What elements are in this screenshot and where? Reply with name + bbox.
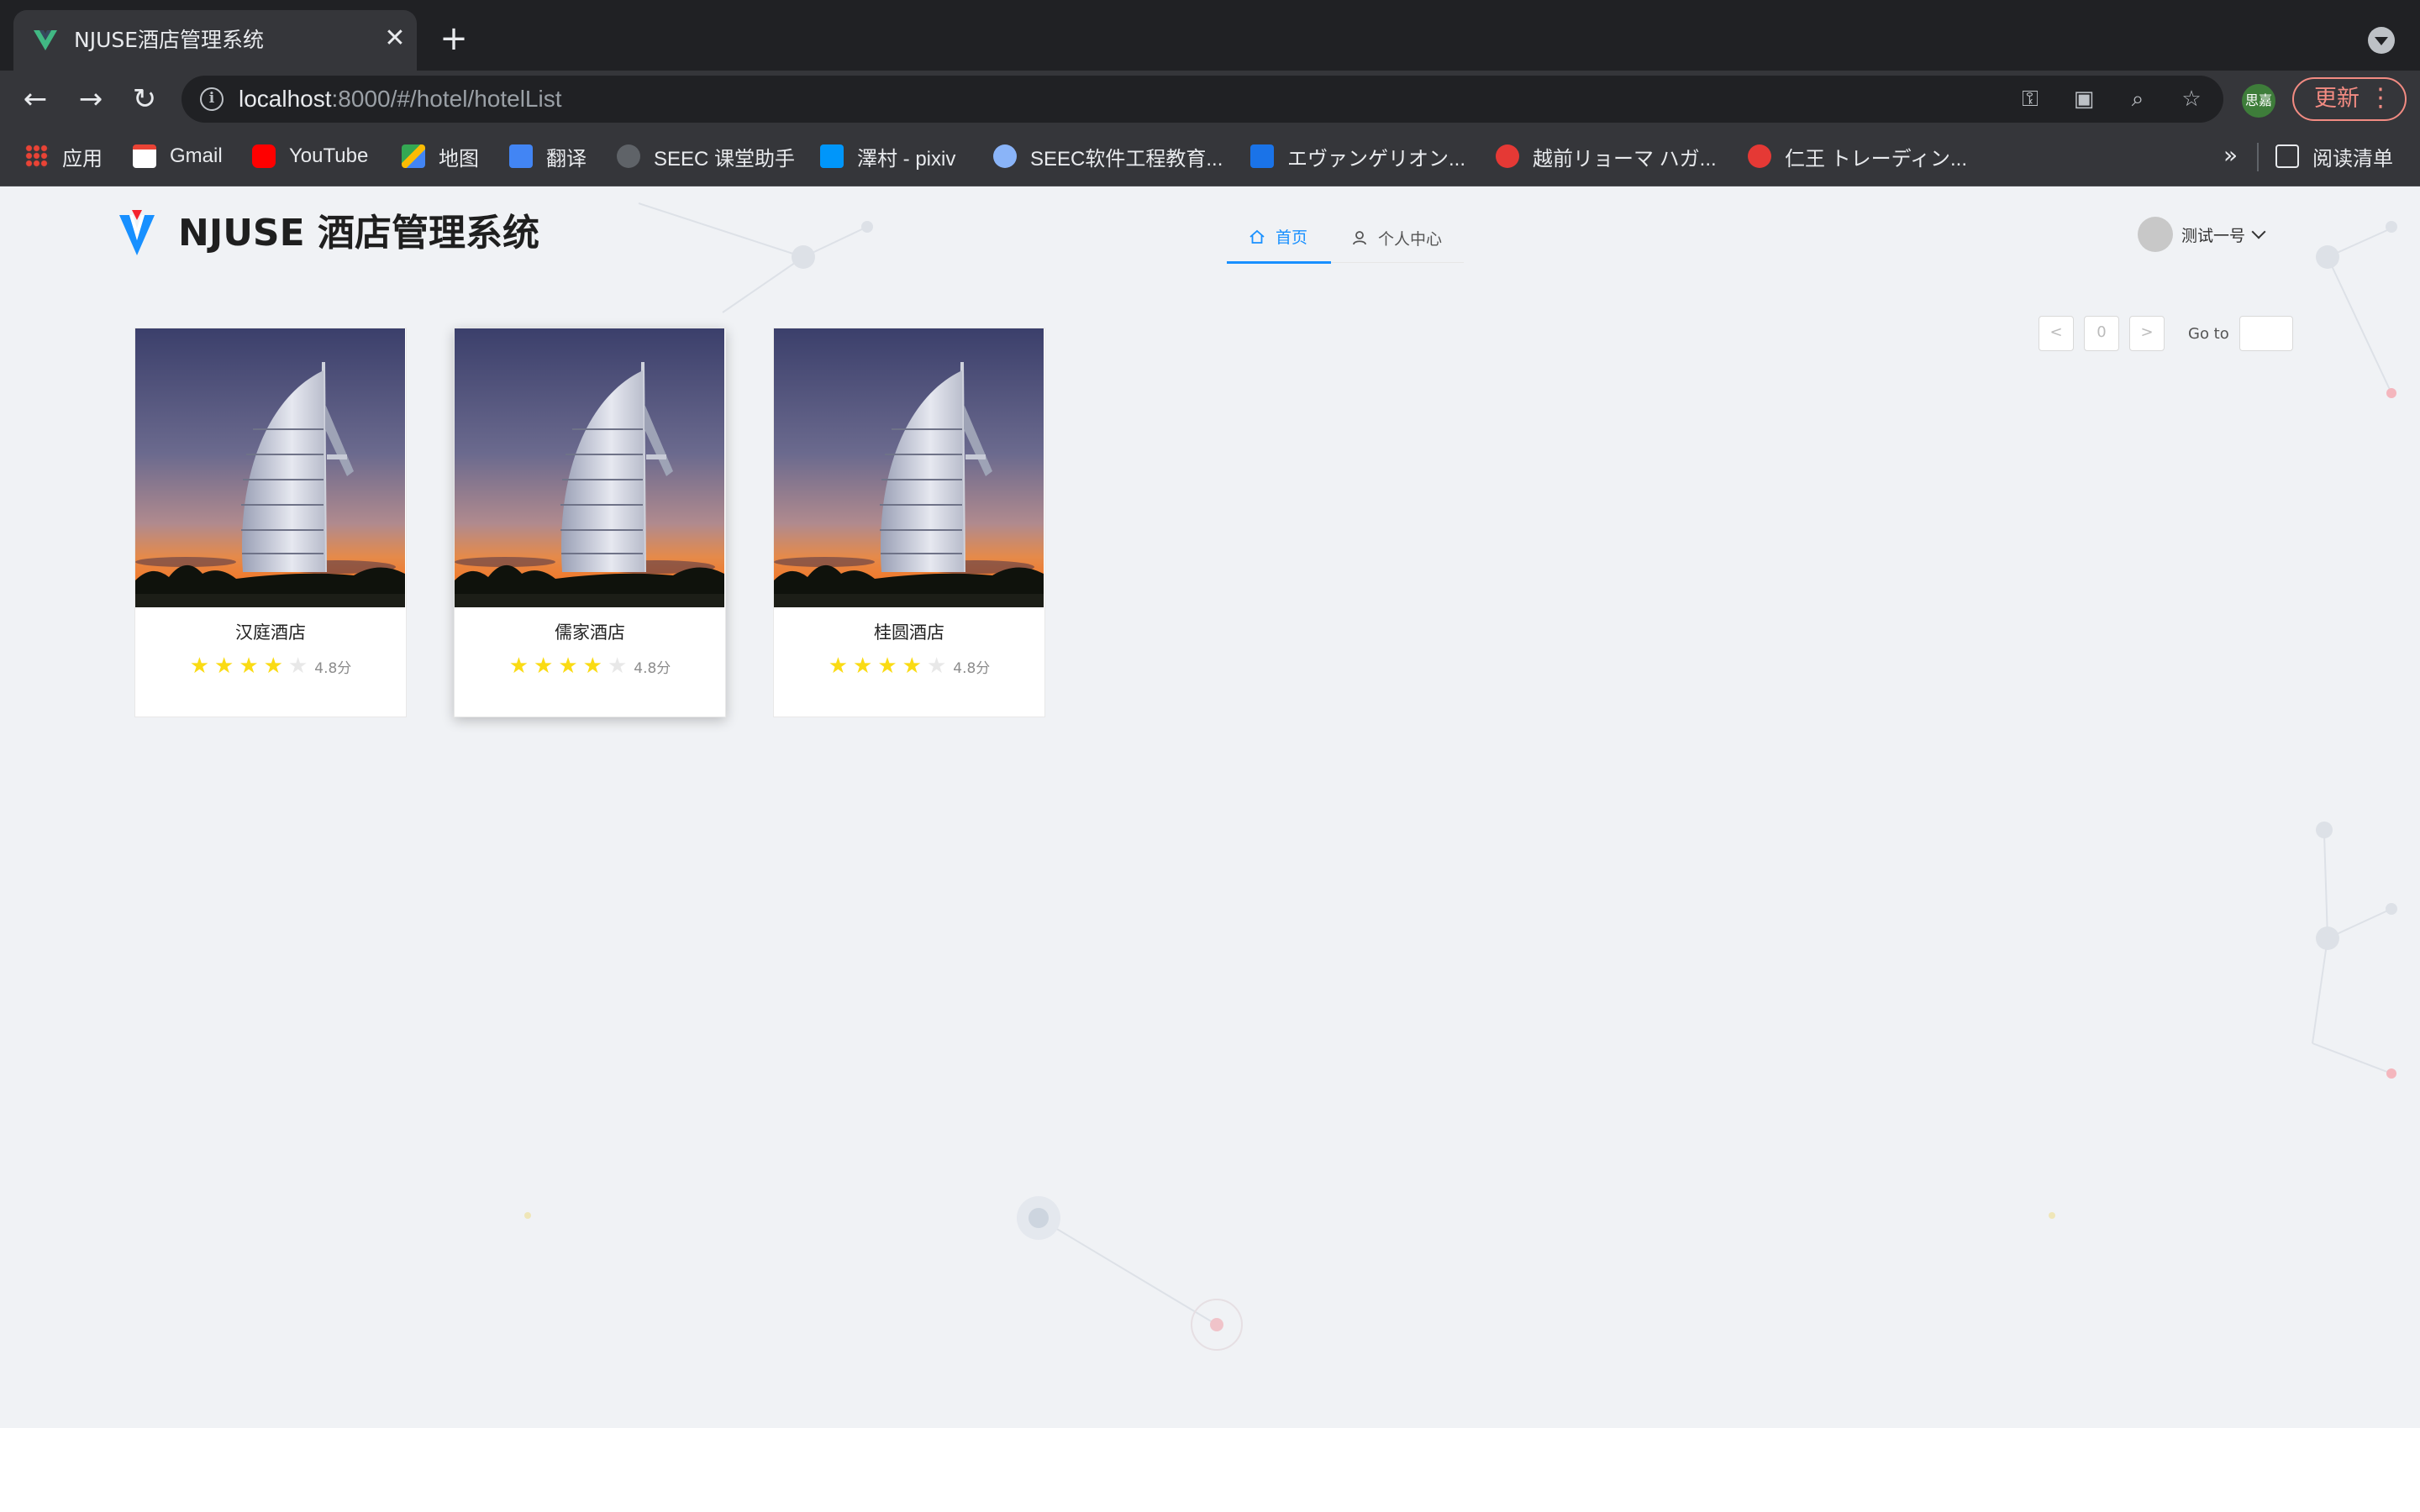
hotel-card[interactable]: 儒家酒店 ★ ★ ★ ★ ★ 4.8分	[454, 328, 726, 717]
cloud-icon	[617, 144, 640, 168]
next-page-button[interactable]: >	[2129, 316, 2165, 351]
bookmark-seec-assistant[interactable]: SEEC 课堂助手	[617, 141, 795, 171]
avatar	[2138, 217, 2173, 252]
profile-avatar[interactable]: 思嘉	[2242, 84, 2275, 118]
hotel-image	[135, 328, 405, 607]
hotel-score: 4.8分	[634, 659, 671, 677]
hotel-image	[774, 328, 1044, 607]
gmail-icon	[133, 144, 156, 168]
page-content: NJUSE 酒店管理系统 首页 个人中心 测试一号 < 0 > Go to 汉庭…	[0, 186, 2420, 1428]
star-icon: ★	[287, 654, 308, 679]
bookmark-apps[interactable]: 应用	[25, 141, 103, 171]
reading-list[interactable]: 阅读清单	[2275, 141, 2393, 171]
tab-search-icon[interactable]	[2368, 27, 2395, 54]
goto-page-input[interactable]	[2238, 316, 2293, 351]
hotel-rating: ★ ★ ★ ★ ★ 4.8分	[135, 654, 406, 678]
user-icon	[1353, 231, 1366, 245]
address-bar[interactable]: i localhost:8000/#/hotel/hotelList ⚿ ▣ ⌕…	[182, 76, 2223, 123]
site-info-icon[interactable]: i	[200, 87, 224, 111]
bookmark-nioh[interactable]: 仁王 トレーディン...	[1748, 141, 1967, 171]
star-icon: ★	[902, 654, 922, 679]
hotel-name: 桂圆酒店	[874, 622, 944, 643]
blue-doc-icon	[1250, 144, 1274, 168]
hotel-card[interactable]: 汉庭酒店 ★ ★ ★ ★ ★ 4.8分	[134, 328, 407, 717]
star-icon: ★	[189, 654, 209, 679]
bookmark-star-icon[interactable]: ☆	[2178, 86, 2205, 113]
vue-logo-icon	[34, 30, 57, 50]
nav-personal-center[interactable]: 个人中心	[1351, 212, 1464, 264]
hotel-rating: ★ ★ ★ ★ ★ 4.8分	[774, 654, 1044, 678]
pixiv-icon	[820, 144, 844, 168]
star-icon: ★	[239, 654, 259, 679]
new-tab-icon[interactable]: +	[437, 22, 471, 55]
reading-list-icon	[2275, 144, 2299, 168]
bookmark-echizen[interactable]: 越前リョーマ ハガ...	[1496, 141, 1717, 171]
nav-home[interactable]: 首页	[1227, 212, 1331, 264]
bookmark-seec-edu[interactable]: SEEC软件工程教育...	[993, 141, 1223, 171]
star-icon: ★	[877, 654, 897, 679]
chevron-down-icon	[2251, 224, 2266, 239]
translate-page-icon[interactable]: ▣	[2070, 86, 2097, 113]
browser-tab[interactable]: NJUSE酒店管理系统 ✕	[13, 10, 417, 71]
star-icon: ★	[582, 654, 602, 679]
hotel-score: 4.8分	[953, 659, 991, 677]
maps-icon	[402, 144, 425, 168]
star-icon: ★	[926, 654, 947, 679]
divider	[2257, 143, 2259, 171]
key-icon[interactable]: ⚿	[2017, 86, 2044, 113]
hotel-score: 4.8分	[314, 659, 352, 677]
zoom-icon[interactable]: ⌕	[2124, 86, 2151, 113]
star-icon: ★	[828, 654, 848, 679]
hotel-card[interactable]: 桂圆酒店 ★ ★ ★ ★ ★ 4.8分	[773, 328, 1045, 717]
url-text[interactable]: localhost:8000/#/hotel/hotelList	[239, 86, 562, 113]
bookmark-gmail[interactable]: Gmail	[133, 141, 223, 171]
bookmarks-bar: 应用 Gmail YouTube 地图 翻译 SEEC 课堂助手 澤村 - pi…	[0, 128, 2420, 186]
star-icon: ★	[558, 654, 578, 679]
bookmark-translate[interactable]: 翻译	[509, 141, 587, 171]
goto-label: Go to	[2188, 324, 2229, 343]
hotel-name: 儒家酒店	[555, 622, 625, 643]
browser-tab-strip: NJUSE酒店管理系统 ✕ +	[0, 0, 2420, 71]
more-bookmarks-icon[interactable]: »	[2223, 141, 2238, 169]
browser-toolbar: ← → ↻ i localhost:8000/#/hotel/hotelList…	[0, 71, 2420, 128]
red-app-icon	[1748, 144, 1771, 168]
prev-page-button[interactable]: <	[2039, 316, 2074, 351]
star-icon: ★	[508, 654, 529, 679]
nav-personal-center-label: 个人中心	[1378, 229, 1443, 249]
hotel-rating: ★ ★ ★ ★ ★ 4.8分	[455, 654, 725, 678]
apps-grid-icon	[25, 144, 49, 168]
site-title: NJUSE 酒店管理系统	[178, 212, 539, 255]
hotel-image	[455, 328, 724, 607]
bookmark-pixiv[interactable]: 澤村 - pixiv	[820, 141, 955, 171]
star-icon: ★	[263, 654, 283, 679]
page-number[interactable]: 0	[2084, 316, 2119, 351]
back-icon[interactable]: ←	[18, 82, 52, 116]
forward-icon[interactable]: →	[74, 82, 108, 116]
bookmark-eva[interactable]: エヴァンゲリオン...	[1250, 141, 1465, 171]
star-icon: ★	[607, 654, 628, 679]
nav-home-label: 首页	[1276, 228, 1308, 247]
pagination: < 0 > Go to	[2039, 316, 2293, 351]
star-icon: ★	[853, 654, 873, 679]
bookmark-maps[interactable]: 地图	[402, 141, 479, 171]
user-dropdown[interactable]: 测试一号	[2138, 215, 2266, 254]
reload-icon[interactable]: ↻	[128, 82, 161, 116]
hotel-name: 汉庭酒店	[235, 622, 306, 643]
star-icon: ★	[214, 654, 234, 679]
update-button[interactable]: 更新 ⋮	[2292, 77, 2407, 121]
red-app-icon	[1496, 144, 1519, 168]
star-icon: ★	[534, 654, 554, 679]
page-footer-area	[0, 1428, 2420, 1512]
njuse-logo-icon	[119, 210, 155, 255]
close-tab-icon[interactable]: ✕	[380, 24, 410, 54]
home-icon	[1249, 229, 1265, 244]
youtube-icon	[252, 144, 276, 168]
username: 测试一号	[2181, 226, 2246, 245]
more-menu-icon[interactable]: ⋮	[2368, 79, 2393, 118]
bookmark-youtube[interactable]: YouTube	[252, 141, 368, 171]
tab-title: NJUSE酒店管理系统	[74, 28, 265, 52]
translate-icon	[509, 144, 533, 168]
cloud-icon	[993, 144, 1017, 168]
